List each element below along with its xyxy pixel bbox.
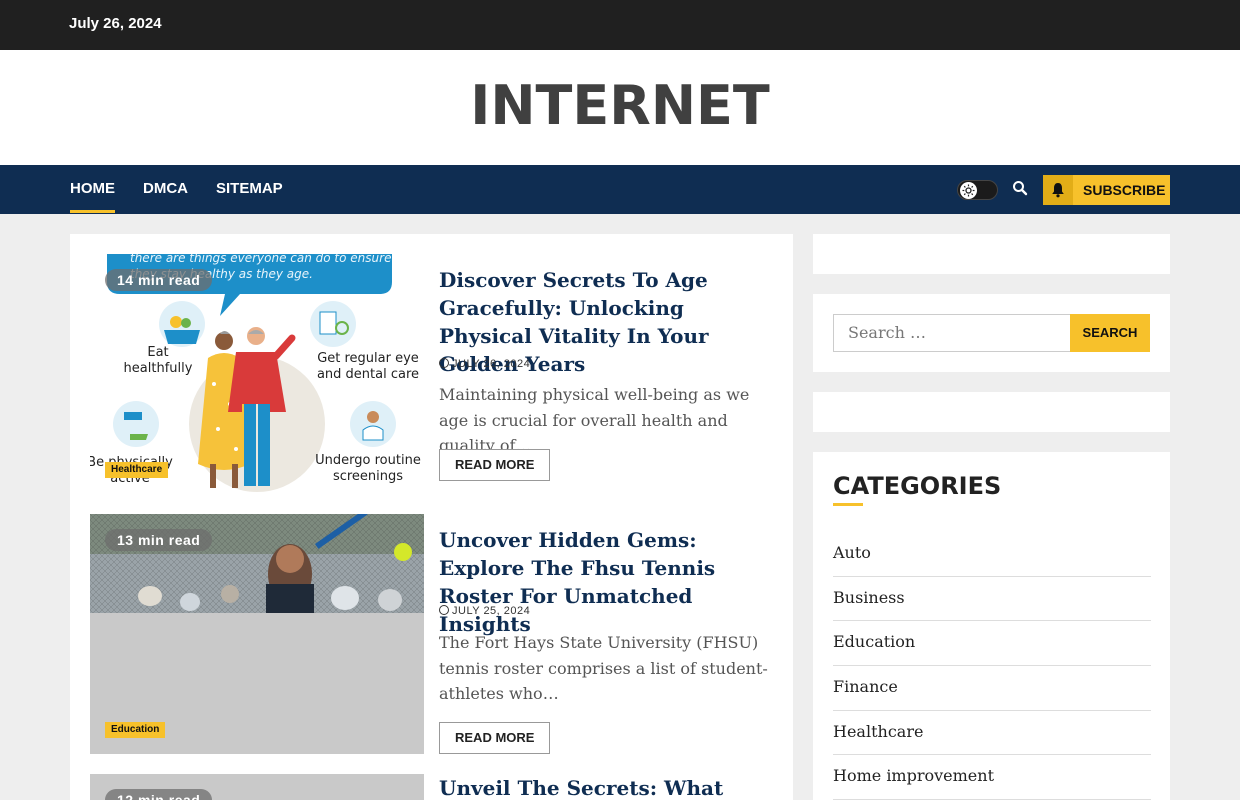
category-tag[interactable]: Education — [105, 722, 166, 738]
post-thumbnail[interactable]: 13 min read Education — [90, 514, 424, 754]
svg-text:there are things everyone can: there are things everyone can do to ensu… — [130, 254, 391, 265]
post-list: there are things everyone can do to ensu… — [70, 234, 793, 800]
post-thumbnail[interactable]: there are things everyone can do to ensu… — [90, 254, 424, 494]
svg-text:Undergo routine: Undergo routine — [315, 453, 421, 468]
post-excerpt: Maintaining physical well-being as we ag… — [439, 385, 750, 455]
dark-mode-toggle[interactable] — [957, 180, 998, 200]
post-date: July 26, 2024 — [439, 357, 530, 370]
category-link-home-improvement[interactable]: Home improvement — [833, 755, 1151, 800]
sun-icon — [960, 182, 977, 199]
bell-icon — [1043, 175, 1073, 205]
svg-text:healthfully: healthfully — [124, 361, 193, 376]
svg-text:screenings: screenings — [333, 469, 403, 484]
search-widget: Search … Search — [813, 294, 1170, 372]
post-date-text: July 26, 2024 — [452, 358, 531, 370]
post-title[interactable]: Unveil The Secrets: What Being — [439, 774, 779, 800]
nav-item-dmca[interactable]: DMCA — [143, 180, 188, 197]
svg-text:Eat: Eat — [147, 345, 168, 360]
search-input[interactable]: Search … — [833, 314, 1071, 352]
post-item: 13 min read Education Uncover Hidden Gem… — [90, 514, 773, 754]
sidebar-widget-empty — [813, 234, 1170, 274]
subscribe-button[interactable]: Subscribe — [1043, 175, 1170, 205]
category-link-business[interactable]: Business — [833, 577, 1151, 622]
post-date-text: July 25, 2024 — [452, 605, 531, 617]
post-item: there are things everyone can do to ensu… — [90, 254, 773, 494]
search-submit-button[interactable]: Search — [1070, 314, 1150, 352]
category-list: Auto Business Education Finance Healthca… — [833, 532, 1151, 800]
category-link-education[interactable]: Education — [833, 621, 1151, 667]
masthead: INTERNET — [0, 50, 1240, 165]
sidebar-widget-empty — [813, 392, 1170, 432]
category-link-auto[interactable]: Auto — [833, 532, 1151, 577]
read-time-badge: 13 min read — [105, 529, 213, 551]
read-more-button[interactable]: Read More — [439, 722, 551, 754]
subscribe-label: Subscribe — [1083, 182, 1166, 198]
clock-icon — [439, 358, 449, 368]
post-excerpt: The Fort Hays State University (FHSU) te… — [439, 633, 768, 703]
search-icon[interactable] — [1012, 180, 1030, 198]
nav-item-home[interactable]: Home — [70, 180, 115, 213]
categories-widget: Categories Auto Business Education Finan… — [813, 452, 1170, 800]
read-time-badge: 14 min read — [105, 269, 213, 291]
post-thumbnail[interactable]: 12 min read — [90, 774, 424, 800]
category-link-finance[interactable]: Finance — [833, 666, 1151, 711]
post-date: July 25, 2024 — [439, 604, 530, 617]
category-link-healthcare[interactable]: Healthcare — [833, 711, 1151, 756]
svg-text:Get regular eye: Get regular eye — [317, 351, 419, 366]
heading-underline — [833, 503, 863, 506]
post-item: 12 min read Unveil The Secrets: What Bei… — [90, 774, 773, 800]
svg-text:and dental care: and dental care — [317, 367, 419, 382]
categories-heading: Categories — [833, 472, 1002, 500]
read-more-button[interactable]: Read More — [439, 449, 551, 481]
nav-item-sitemap[interactable]: Sitemap — [216, 180, 283, 197]
category-tag[interactable]: Healthcare — [105, 462, 169, 478]
site-title[interactable]: INTERNET — [0, 74, 1240, 137]
top-bar: July 26, 2024 — [0, 0, 1240, 50]
clock-icon — [439, 605, 449, 615]
current-date: July 26, 2024 — [69, 15, 162, 32]
read-time-badge: 12 min read — [105, 789, 213, 800]
post-title[interactable]: Uncover Hidden Gems: Explore The Fhsu Te… — [439, 526, 779, 638]
